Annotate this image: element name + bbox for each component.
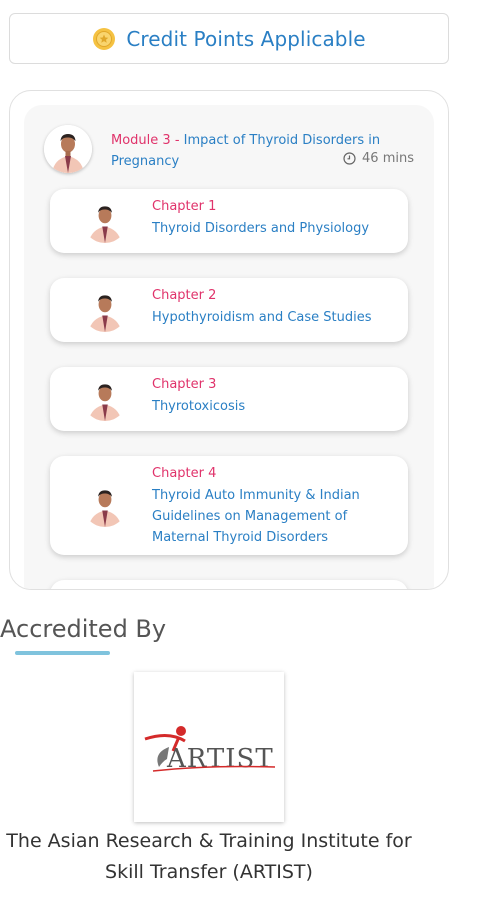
chapter-label: Chapter 1 — [152, 199, 217, 214]
chapter-avatar — [83, 199, 127, 243]
chapter-label: Chapter 3 — [152, 377, 217, 392]
chapter-avatar — [83, 483, 127, 527]
module-card[interactable]: Module 3 - Impact of Thyroid Disorders i… — [24, 105, 434, 589]
clock-icon — [343, 152, 356, 165]
chapter-avatar — [83, 288, 127, 332]
chapter-card-2[interactable]: Chapter 2 Hypothyroidism and Case Studie… — [50, 278, 408, 342]
chapter-card-1[interactable]: Chapter 1 Thyroid Disorders and Physiolo… — [50, 189, 408, 253]
module-duration: 46 mins — [343, 151, 414, 166]
accredited-heading: Accredited By — [0, 615, 167, 643]
modules-panel[interactable]: Module 3 - Impact of Thyroid Disorders i… — [9, 90, 449, 590]
chapter-title: Thyroid Disorders and Physiology — [152, 221, 370, 236]
chapter-avatar — [83, 377, 127, 421]
module-number: Module 3 — [111, 133, 171, 148]
chapter-label: Chapter 4 — [152, 466, 217, 481]
svg-text:ARTIST: ARTIST — [166, 744, 274, 774]
heading-underline — [15, 651, 110, 655]
credit-points-label: Credit Points Applicable — [126, 26, 366, 51]
chapter-title: Thyroid Auto Immunity & Indian Guideline… — [152, 488, 360, 545]
organization-name: The Asian Research & Training Institute … — [6, 830, 412, 883]
chapter-title: Thyrotoxicosis — [152, 399, 246, 414]
chapter-card-5[interactable] — [50, 580, 408, 589]
speaker-avatar — [44, 125, 92, 173]
duration-text: 46 mins — [362, 151, 414, 166]
chapter-card-4[interactable]: Chapter 4 Thyroid Auto Immunity & Indian… — [50, 456, 408, 555]
chapter-title: Hypothyroidism and Case Studies — [152, 310, 372, 325]
coin-icon — [93, 27, 116, 50]
chapter-card-3[interactable]: Chapter 3 Thyrotoxicosis — [50, 367, 408, 431]
artist-logo: ARTIST — [134, 672, 284, 822]
module-separator: - — [170, 133, 184, 148]
credit-points-banner: Credit Points Applicable — [9, 13, 449, 64]
chapter-label: Chapter 2 — [152, 288, 217, 303]
